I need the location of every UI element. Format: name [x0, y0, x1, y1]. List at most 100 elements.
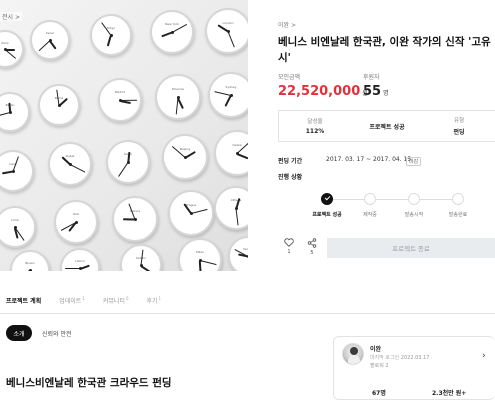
wall-clock: Dubai — [48, 142, 92, 186]
clock-center-dot — [170, 30, 174, 34]
chevron-right-icon[interactable]: › — [482, 351, 486, 361]
story-title: 베니스비엔날레 한국관 크라우드 펀딩 — [6, 377, 172, 389]
clock-center-dot — [28, 268, 32, 271]
share-count: 5 — [310, 250, 314, 256]
clock-hour-hand — [224, 95, 232, 107]
tab-updates-count: 1 — [82, 296, 85, 301]
heart-icon — [284, 238, 294, 247]
clock-minute-hand — [118, 162, 129, 177]
wall-clock: Athens — [214, 186, 248, 230]
clock-minute-hand — [4, 49, 17, 60]
progress-step-label: 발송완료 — [448, 212, 468, 218]
wall-clock: London — [205, 8, 248, 54]
wall-clock: Cairo — [0, 150, 34, 192]
clock-center-dot — [226, 29, 230, 33]
clock-city-label: Busan — [25, 261, 35, 266]
wall-clock: Beijing — [162, 134, 208, 180]
subtab-trust-safety[interactable]: 신뢰와 안전 — [42, 325, 72, 341]
share-icon — [307, 238, 317, 248]
clock-center-dot — [139, 263, 143, 267]
clock-center-dot — [183, 155, 187, 159]
backers-number: 55 — [363, 84, 382, 99]
wall-clock: Venice — [228, 236, 248, 271]
tab-reviews-count: 1 — [158, 296, 162, 301]
clock-hour-hand — [49, 40, 57, 50]
clock-city-label: Moscow — [172, 86, 184, 91]
tabs-divider — [0, 313, 495, 314]
clock-city-label: Beijing — [179, 146, 191, 151]
clock-city-label: Oslo — [72, 212, 80, 217]
clock-center-dot — [189, 211, 193, 215]
clock-center-dot — [78, 266, 82, 270]
breadcrumb[interactable]: 이완 > — [278, 20, 296, 29]
progress-step-marker — [321, 193, 333, 205]
amount-value: 22,520,000 원 — [278, 84, 368, 99]
clock-center-dot — [13, 225, 17, 229]
wall-clock: Seoul — [30, 20, 70, 60]
wall-clock: New York — [150, 10, 194, 54]
clock-city-label: Tokyo — [106, 25, 116, 30]
creator-card[interactable]: 이완 마지막 로그인 2022.03.17 팔로워 2 › 67명 2.3천만 … — [333, 336, 495, 400]
stat-type-value: 펀딩 — [453, 129, 465, 136]
clock-hour-hand — [107, 35, 112, 47]
progress-track — [327, 199, 460, 200]
wall-clock: Busan — [10, 250, 50, 271]
progress-step-label: 제작중 — [363, 212, 377, 218]
wall-clock: Sydney — [208, 72, 248, 118]
clock-city-label: Seoul — [45, 31, 55, 36]
period-label: 펀딩 기간 — [278, 158, 303, 165]
clock-city-label: Lisbon — [75, 259, 85, 264]
progress-step-marker — [364, 193, 376, 205]
clock-minute-hand — [119, 99, 137, 101]
wall-clock: Tokyo — [90, 14, 132, 56]
tab-updates-label: 업데이트 — [59, 298, 82, 305]
clock-center-dot — [198, 258, 202, 262]
amount-label: 모인금액 — [278, 74, 301, 81]
creator-avatar — [342, 343, 364, 365]
clock-center-dot — [109, 33, 113, 37]
clock-city-label: Dubai — [65, 154, 75, 159]
hero-breadcrumb-fragment: 전시 > — [0, 12, 22, 21]
clock-city-label: Madrid — [114, 90, 126, 95]
wall-clock: Berlin — [0, 92, 30, 132]
clock-center-dot — [246, 254, 248, 258]
clock-minute-hand — [38, 40, 51, 52]
amount-number: 22,520,000 — [278, 84, 361, 99]
clock-center-dot — [118, 98, 122, 102]
wall-clock: Dublin — [120, 244, 162, 271]
stat-status-value: 프로젝트 성공 — [369, 123, 405, 131]
stat-type: 유형 펀딩 — [423, 111, 495, 141]
clock-city-label: Sydney — [225, 84, 237, 89]
share-button[interactable]: 5 — [307, 238, 317, 256]
clock-city-label: Osaka — [232, 142, 242, 147]
clock-minute-hand — [69, 164, 86, 173]
like-count: 1 — [287, 249, 291, 255]
clock-minute-hand — [190, 208, 209, 214]
clock-city-label: Paris — [1, 40, 9, 45]
clock-center-dot — [133, 217, 137, 221]
creator-stat-amount: 2.3천만 원+ — [432, 390, 467, 397]
subtab-intro[interactable]: 소개 — [6, 325, 32, 341]
like-button[interactable]: 1 — [284, 238, 294, 255]
clock-city-label: Prague — [185, 202, 197, 207]
clock-center-dot — [126, 160, 130, 164]
wall-clock: Osaka — [214, 130, 248, 176]
tab-community-count: 6 — [125, 296, 129, 301]
project-ended-button[interactable]: 프로젝트 종료 — [327, 238, 495, 258]
wall-clock: Oslo — [54, 200, 98, 244]
creator-stat-backers: 67명 — [372, 390, 386, 397]
clock-minute-hand — [199, 260, 217, 266]
progress-step-label: 발송시작 — [404, 212, 424, 218]
wall-clock: Prague — [168, 190, 214, 236]
backers-value: 55 명 — [363, 84, 389, 99]
clock-center-dot — [74, 220, 78, 224]
creator-followers: 팔로워 2 — [370, 363, 389, 369]
stat-achievement-label: 달성율 — [307, 119, 323, 125]
tab-reviews-label: 후기 — [146, 298, 158, 305]
creator-last-login: 마지막 로그인 2022.03.17 — [370, 354, 429, 361]
wall-clock: Lima — [0, 206, 36, 248]
stat-type-label: 유형 — [453, 118, 465, 124]
clock-center-dot — [11, 169, 15, 173]
clock-city-label: Milan — [196, 250, 204, 255]
clock-city-label: Lima — [11, 217, 19, 222]
